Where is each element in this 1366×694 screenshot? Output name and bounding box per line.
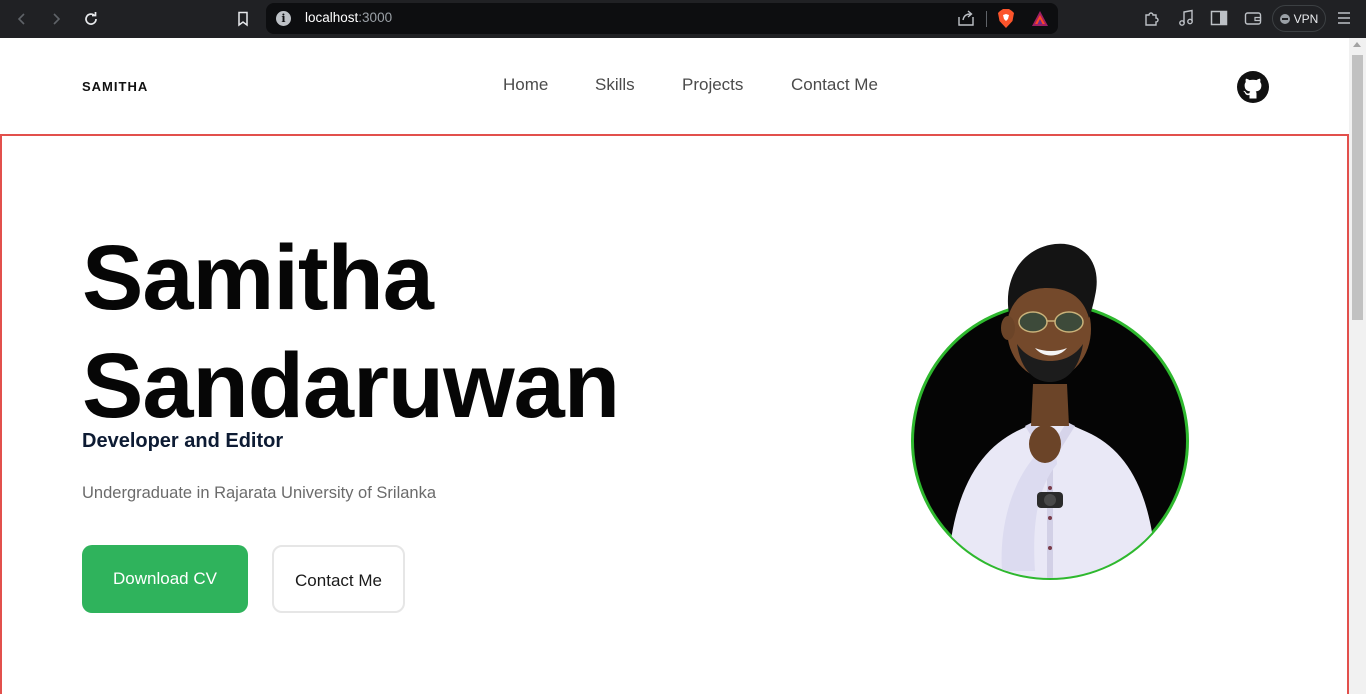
extensions-icon[interactable] [1142,8,1162,28]
bookmark-icon[interactable] [231,7,255,31]
nav-contact-me[interactable]: Contact Me [791,75,878,95]
menu-icon[interactable] [1334,8,1354,28]
contact-me-button[interactable]: Contact Me [272,545,405,613]
address-bar[interactable]: i localhost:3000 [266,3,1058,34]
hero-name-last: Sandaruwan [82,335,620,437]
scrollbar-thumb[interactable] [1352,55,1363,320]
hero-name: Samitha Sandaruwan [82,224,782,440]
reload-icon[interactable] [79,7,103,31]
download-cv-button[interactable]: Download CV [82,545,248,613]
hero-name-first: Samitha [82,227,434,329]
site-header: SAMITHA Home Skills Projects Contact Me [0,38,1349,134]
hero-subtitle: Undergraduate in Rajarata University of … [82,484,437,502]
forward-icon[interactable] [44,7,68,31]
nav-skills[interactable]: Skills [595,75,635,95]
divider [986,11,987,27]
vpn-label: VPN [1293,11,1319,26]
page-scrollbar[interactable] [1349,38,1366,694]
sidebar-icon[interactable] [1209,8,1229,28]
music-icon[interactable] [1176,8,1196,28]
profile-avatar [911,243,1189,580]
brave-shields-icon[interactable] [997,8,1015,29]
hero-role: Developer and Editor [82,430,284,452]
share-icon[interactable] [957,10,975,32]
back-icon[interactable] [10,7,34,31]
hero-section: Samitha Sandaruwan Developer and Editor … [0,134,1349,694]
wallet-icon[interactable] [1243,8,1263,28]
vpn-status-icon [1279,13,1290,24]
browser-toolbar: i localhost:3000 VPN [0,0,1366,38]
site-logo[interactable]: SAMITHA [82,79,148,94]
nav-projects[interactable]: Projects [682,75,743,95]
page-viewport: SAMITHA Home Skills Projects Contact Me … [0,38,1349,694]
site-info-icon[interactable]: i [276,11,291,26]
github-icon[interactable] [1237,71,1269,103]
scroll-up-icon[interactable] [1353,42,1361,47]
url-text: localhost:3000 [305,10,393,25]
nav-home[interactable]: Home [503,75,548,95]
rewards-icon[interactable] [1031,10,1049,27]
vpn-button[interactable]: VPN [1272,5,1326,32]
